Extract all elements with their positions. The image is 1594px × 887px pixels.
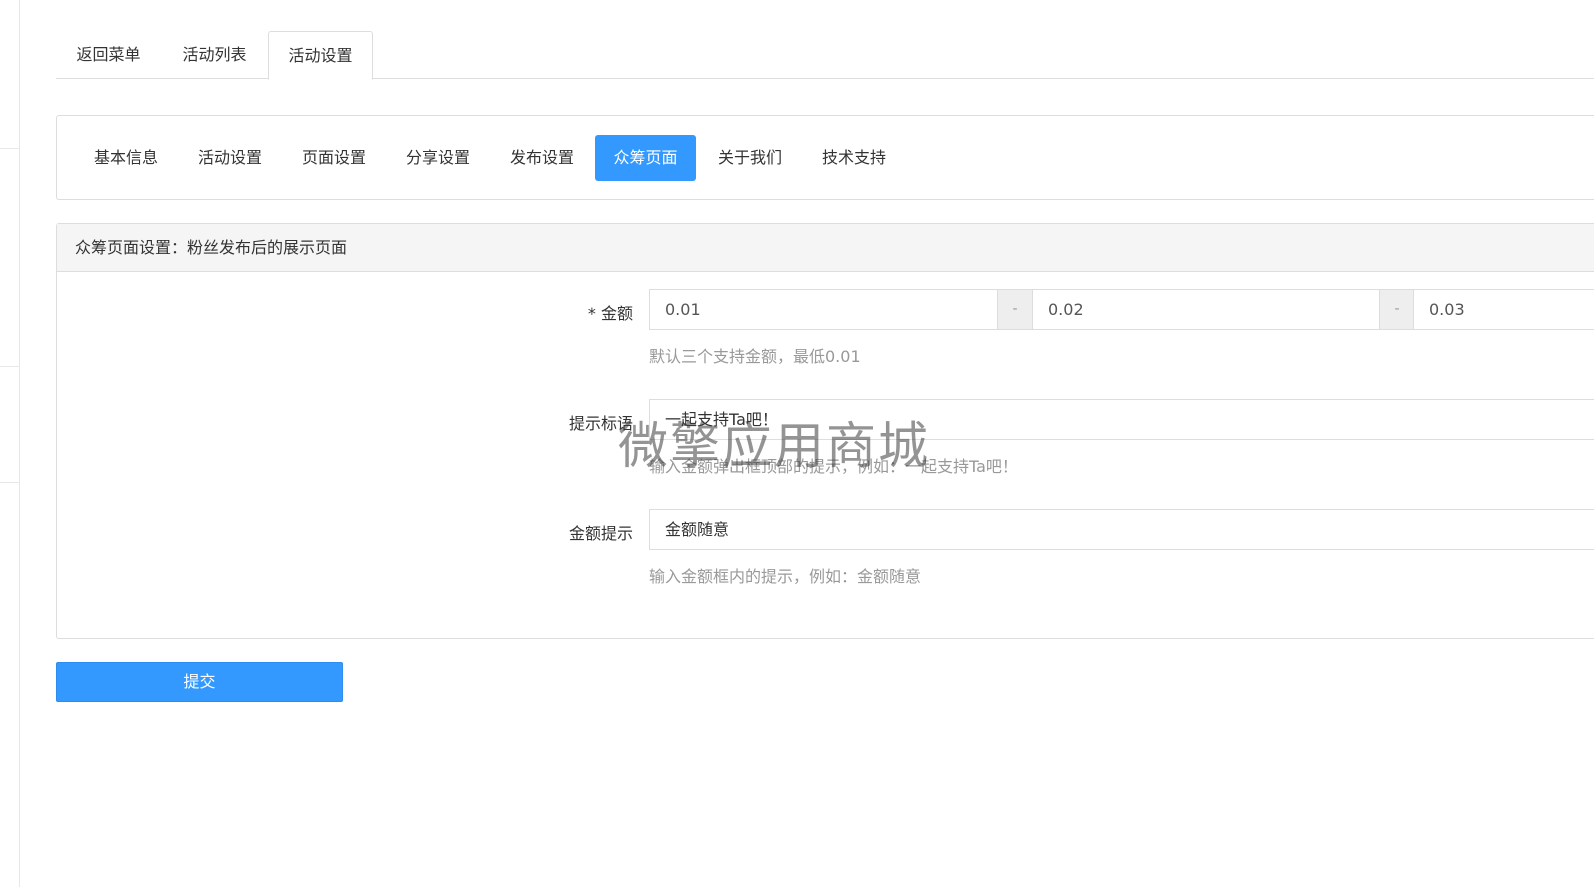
submit-button[interactable]: 提交 xyxy=(56,662,343,702)
subnav-publish-settings[interactable]: 发布设置 xyxy=(493,135,591,181)
subnav-tech-support[interactable]: 技术支持 xyxy=(805,135,903,181)
subnav-share-settings[interactable]: 分享设置 xyxy=(389,135,487,181)
tab-back-menu[interactable]: 返回菜单 xyxy=(56,31,161,79)
tab-activity-list[interactable]: 活动列表 xyxy=(161,31,268,79)
amount-input-1[interactable]: 0.01 xyxy=(649,289,998,330)
crowdfunding-settings-panel: 众筹页面设置：粉丝发布后的展示页面 * 金额 0.01 - 0.02 - 0.0… xyxy=(56,223,1594,639)
subnav-page-settings[interactable]: 页面设置 xyxy=(285,135,383,181)
rail-divider xyxy=(0,482,20,483)
slogan-input[interactable]: 一起支持Ta吧！ xyxy=(649,399,1594,440)
sub-nav: 基本信息 活动设置 页面设置 分享设置 发布设置 众筹页面 关于我们 技术支持 xyxy=(56,115,1594,200)
left-rail xyxy=(0,0,20,887)
amount-input-3[interactable]: 0.03 xyxy=(1413,289,1594,330)
rail-divider xyxy=(0,366,20,367)
amount-hint-help-text: 输入金额框内的提示，例如：金额随意 xyxy=(649,567,922,586)
amount-separator: - xyxy=(998,289,1032,330)
subnav-activity-settings[interactable]: 活动设置 xyxy=(181,135,279,181)
subnav-basic-info[interactable]: 基本信息 xyxy=(77,135,175,181)
amount-hint-input[interactable]: 金额随意 xyxy=(649,509,1594,550)
amount-label: * 金额 xyxy=(587,304,633,323)
rail-divider xyxy=(0,148,20,149)
subnav-about-us[interactable]: 关于我们 xyxy=(701,135,799,181)
tab-activity-settings[interactable]: 活动设置 xyxy=(268,31,373,80)
amount-hint-label: 金额提示 xyxy=(568,524,633,543)
top-tabs: 返回菜单 活动列表 活动设置 xyxy=(56,31,1594,80)
amount-separator: - xyxy=(1380,289,1414,330)
slogan-label: 提示标语 xyxy=(568,414,633,433)
panel-heading: 众筹页面设置：粉丝发布后的展示页面 xyxy=(57,224,1594,272)
amount-help-text: 默认三个支持金额，最低0.01 xyxy=(649,347,861,366)
amount-input-2[interactable]: 0.02 xyxy=(1032,289,1380,330)
subnav-crowdfunding-page[interactable]: 众筹页面 xyxy=(595,135,696,181)
slogan-help-text: 输入金额弹出框顶部的提示，例如：一起支持Ta吧！ xyxy=(649,457,1018,476)
